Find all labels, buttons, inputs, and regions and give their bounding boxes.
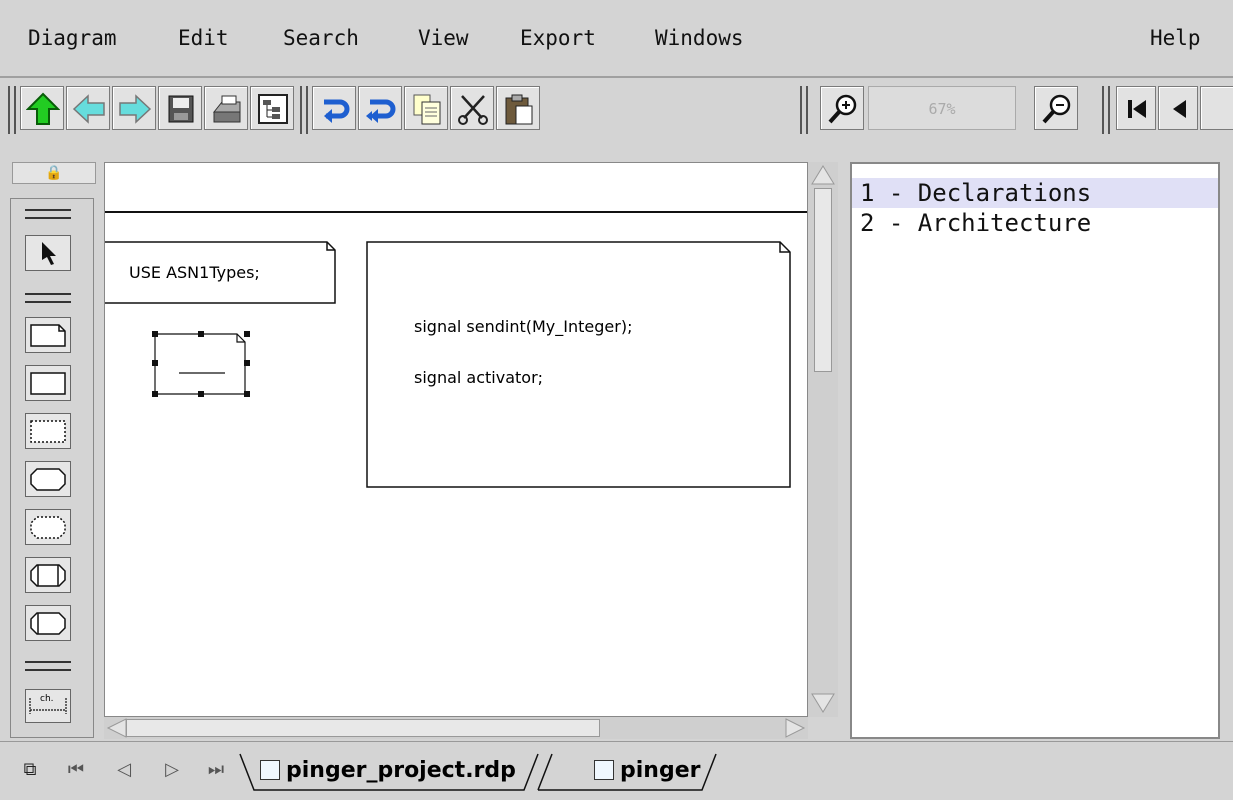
signal-declaration-box[interactable] [366,241,796,489]
save-icon [168,95,194,123]
menu-export[interactable]: Export [520,26,596,50]
previous-page-icon [1173,100,1186,118]
paste-button[interactable] [496,86,540,130]
cut-button[interactable] [450,86,494,130]
lock-icon[interactable]: 🔒 [12,162,96,184]
menu-help[interactable]: Help [1150,26,1201,50]
next-page-button-partial[interactable] [1200,86,1233,130]
bottom-tab-bar: ⧉ ⏮ ◁ ▷ ⏭ pinger_project.rdp pinger [0,741,1233,800]
menu-view[interactable]: View [418,26,469,50]
selected-note-shape[interactable] [149,328,255,400]
cut-icon [458,95,488,125]
save-button[interactable] [158,86,202,130]
toolbar-grip[interactable] [8,86,16,134]
print-button[interactable] [204,86,248,130]
dashed-octagon-icon [30,516,66,539]
channel-label: ch. [40,694,54,704]
menu-search[interactable]: Search [283,26,359,50]
redo-icon [366,99,396,123]
scroll-down-arrow-icon[interactable] [810,692,836,714]
palette-grip [25,661,71,671]
diagram-tree-button[interactable] [250,86,294,130]
octagon-shape-icon [30,468,66,491]
copy-icon [413,94,441,125]
zoom-in-icon [828,94,857,124]
toolbar-separator [800,86,808,134]
toolbar: 67% [0,78,1233,158]
symbol-palette: 🔒 ch. [6,162,98,738]
scroll-up-arrow-icon[interactable] [810,164,836,186]
next-tab-icon[interactable]: ▷ [158,756,186,784]
diagram-tab-icon[interactable]: ⧉ [16,756,44,784]
back-button[interactable] [66,86,110,130]
previous-tab-icon[interactable]: ◁ [110,756,138,784]
back-arrow-icon [72,94,105,124]
vertical-scrollbar[interactable] [808,162,838,717]
palette-grip [25,209,71,219]
block-tool-button[interactable] [25,365,71,401]
dashed-process-tool-button[interactable] [25,509,71,545]
use-note-text: USE ASN1Types; [129,263,260,282]
zoom-in-button[interactable] [820,86,864,130]
menu-edit[interactable]: Edit [178,26,229,50]
first-page-icon [1128,100,1146,118]
menu-bar: Diagram Edit Search View Export Windows … [0,0,1233,78]
zoom-out-icon [1042,94,1071,124]
undo-button[interactable] [312,86,356,130]
signal-line-2: signal activator; [414,368,544,387]
menu-windows[interactable]: Windows [655,26,744,50]
process-tool-button[interactable] [25,461,71,497]
signal-line-1: signal sendint(My_Integer); [414,317,633,336]
note-shape-icon [30,324,66,347]
scroll-left-arrow-icon[interactable] [106,718,128,738]
zoom-out-button[interactable] [1034,86,1078,130]
paste-icon [505,94,533,125]
outline-item-declarations[interactable]: 1 - Declarations [860,178,1091,208]
last-tab-icon[interactable]: ⏭ [202,756,230,784]
project-file-icon [260,760,280,780]
first-page-button[interactable] [1116,86,1156,130]
dashed-block-tool-button[interactable] [25,413,71,449]
service-shape-icon [30,612,66,635]
palette-panel: ch. [10,198,94,738]
scroll-right-arrow-icon[interactable] [784,718,806,738]
text-note-tool-button[interactable] [25,317,71,353]
page-frame-top-border [105,211,807,213]
outline-panel: 1 - Declarations 2 - Architecture [850,162,1220,739]
forward-button[interactable] [112,86,156,130]
toolbar-separator [300,86,308,134]
redo-button[interactable] [358,86,402,130]
procedure-shape-icon [30,564,66,587]
horizontal-scrollbar[interactable] [104,717,808,739]
tab-pinger[interactable]: pinger [620,754,700,788]
channel-tool-button[interactable]: ch. [25,689,71,723]
palette-grip [25,293,71,303]
go-up-icon [26,92,60,125]
procedure-tool-button[interactable] [25,557,71,593]
tab-pinger-project[interactable]: pinger_project.rdp [286,754,516,788]
copy-button[interactable] [404,86,448,130]
horizontal-scroll-thumb[interactable] [126,719,600,737]
diagram-file-icon [594,760,614,780]
toolbar-separator [1102,86,1110,134]
select-tool-button[interactable] [25,235,71,271]
undo-icon [324,99,350,123]
menu-diagram[interactable]: Diagram [28,26,117,50]
service-tool-button[interactable] [25,605,71,641]
go-up-button[interactable] [20,86,64,130]
print-icon [212,95,241,123]
previous-page-button[interactable] [1158,86,1198,130]
diagram-tree-icon [258,94,288,124]
dashed-rectangle-icon [30,420,66,443]
vertical-scroll-thumb[interactable] [814,188,832,372]
diagram-canvas[interactable]: USE ASN1Types; signal sendint(My_Integer… [104,162,808,717]
forward-arrow-icon [119,94,152,124]
rectangle-shape-icon [30,372,66,395]
first-tab-icon[interactable]: ⏮ [62,756,90,784]
pointer-arrow-icon [42,242,56,265]
zoom-level-field[interactable]: 67% [868,86,1016,130]
outline-item-architecture[interactable]: 2 - Architecture [860,208,1091,238]
